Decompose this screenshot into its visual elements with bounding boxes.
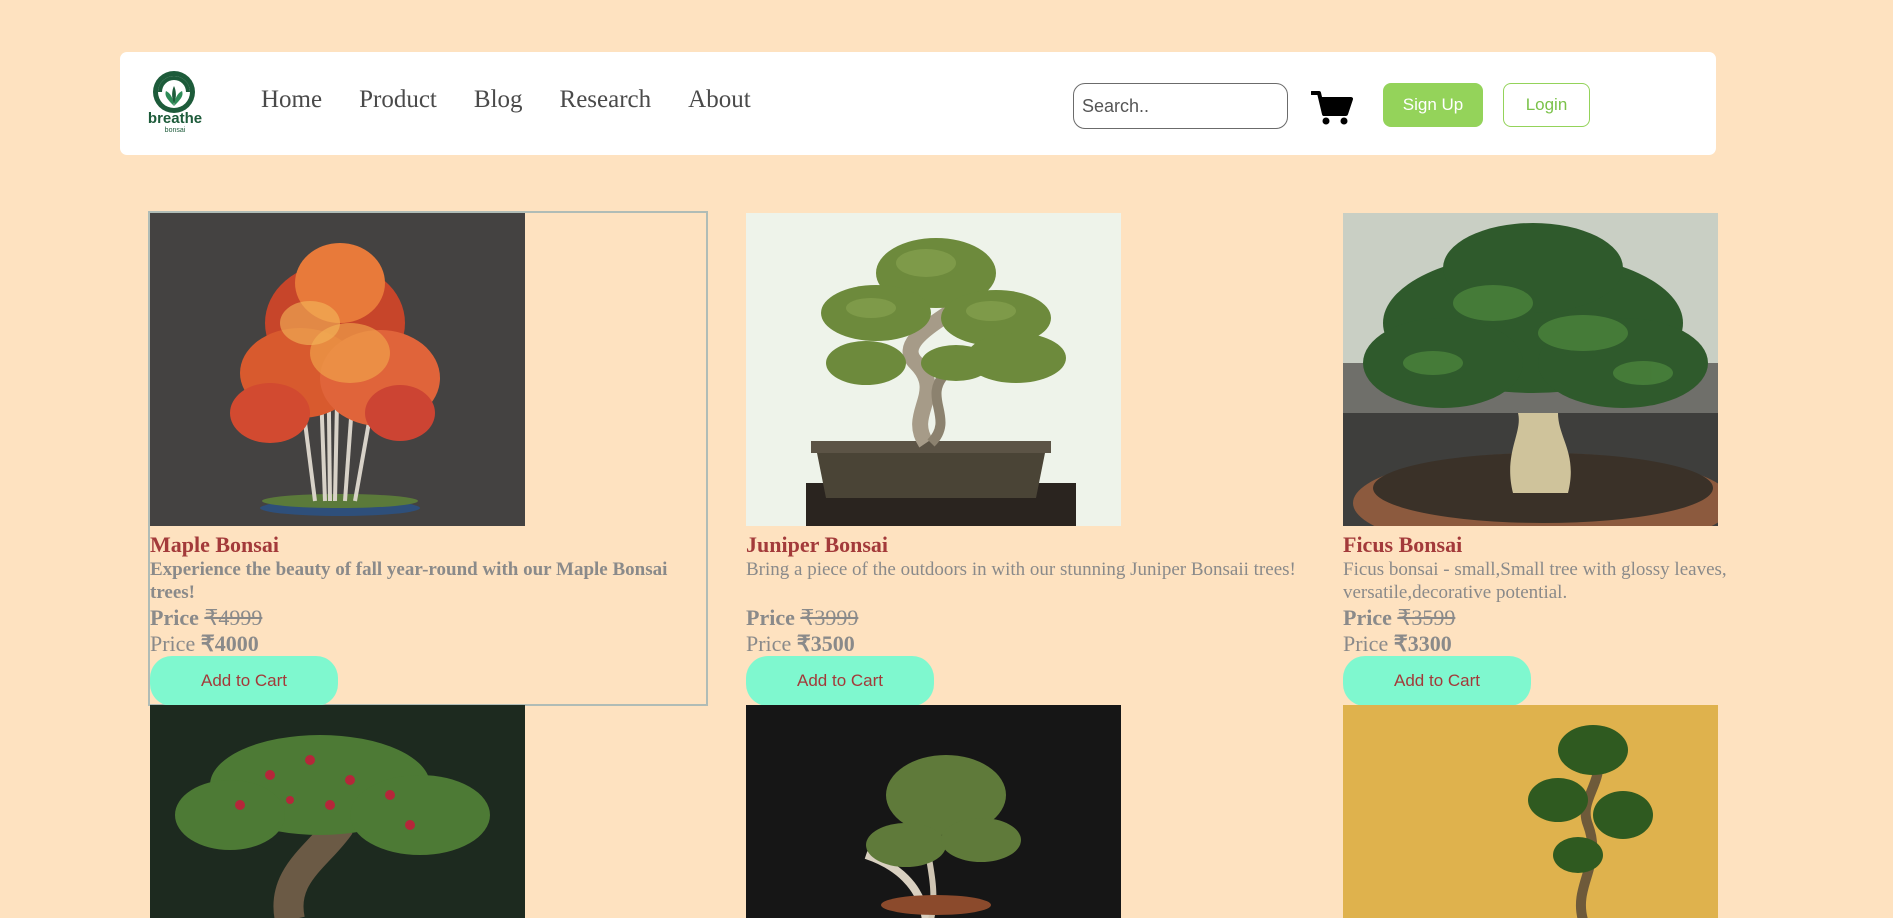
cart-icon[interactable]: [1311, 90, 1353, 126]
add-to-cart-button[interactable]: Add to Cart: [150, 656, 338, 706]
nav-research[interactable]: Research: [560, 86, 652, 114]
product-title: Juniper Bonsai: [746, 532, 889, 557]
product-old-price: Price ₹3999: [746, 605, 859, 630]
nav-links: Home Product Blog Research About: [261, 86, 788, 114]
nav-product[interactable]: Product: [359, 86, 437, 114]
login-button[interactable]: Login: [1503, 83, 1590, 127]
nav-home[interactable]: Home: [261, 86, 322, 114]
add-to-cart-button[interactable]: Add to Cart: [746, 656, 934, 706]
leaf-logo-icon: [153, 71, 195, 113]
product-image-row2-1: [150, 705, 525, 918]
product-image-row2-3: [1343, 705, 1718, 918]
product-new-price: Price ₹3300: [1343, 631, 1452, 656]
brand-name: breathe: [147, 110, 203, 127]
product-new-price: Price ₹3500: [746, 631, 855, 656]
product-image-maple: [150, 213, 525, 526]
product-image-row2-2: [746, 705, 1121, 918]
add-to-cart-button[interactable]: Add to Cart: [1343, 656, 1531, 706]
navbar: breathe bonsai Home Product Blog Researc…: [120, 52, 1716, 155]
search-input[interactable]: [1073, 83, 1288, 129]
product-description: Ficus bonsai - small,Small tree with glo…: [1343, 559, 1727, 603]
product-old-price: Price ₹3599: [1343, 605, 1456, 630]
sign-up-button[interactable]: Sign Up: [1383, 83, 1483, 127]
product-card-ficus[interactable]: Ficus Bonsai Ficus bonsai - small,Small …: [1343, 213, 1893, 708]
product-description: Experience the beauty of fall year-round…: [150, 559, 668, 603]
product-old-price: Price ₹4999: [150, 605, 263, 630]
product-image-juniper: [746, 213, 1121, 526]
product-image-ficus: [1343, 213, 1718, 526]
nav-blog[interactable]: Blog: [474, 86, 523, 114]
brand-tagline: bonsai: [164, 127, 186, 134]
product-new-price: Price ₹4000: [150, 631, 259, 656]
product-title: Maple Bonsai: [150, 532, 279, 557]
brand-logo[interactable]: breathe bonsai: [140, 70, 210, 138]
nav-about[interactable]: About: [688, 86, 751, 114]
product-card-juniper[interactable]: Juniper Bonsai Bring a piece of the outd…: [746, 213, 1306, 708]
product-description: Bring a piece of the outdoors in with ou…: [746, 559, 1296, 580]
product-card-maple[interactable]: Maple Bonsai Experience the beauty of fa…: [148, 211, 708, 706]
product-title: Ficus Bonsai: [1343, 532, 1463, 557]
